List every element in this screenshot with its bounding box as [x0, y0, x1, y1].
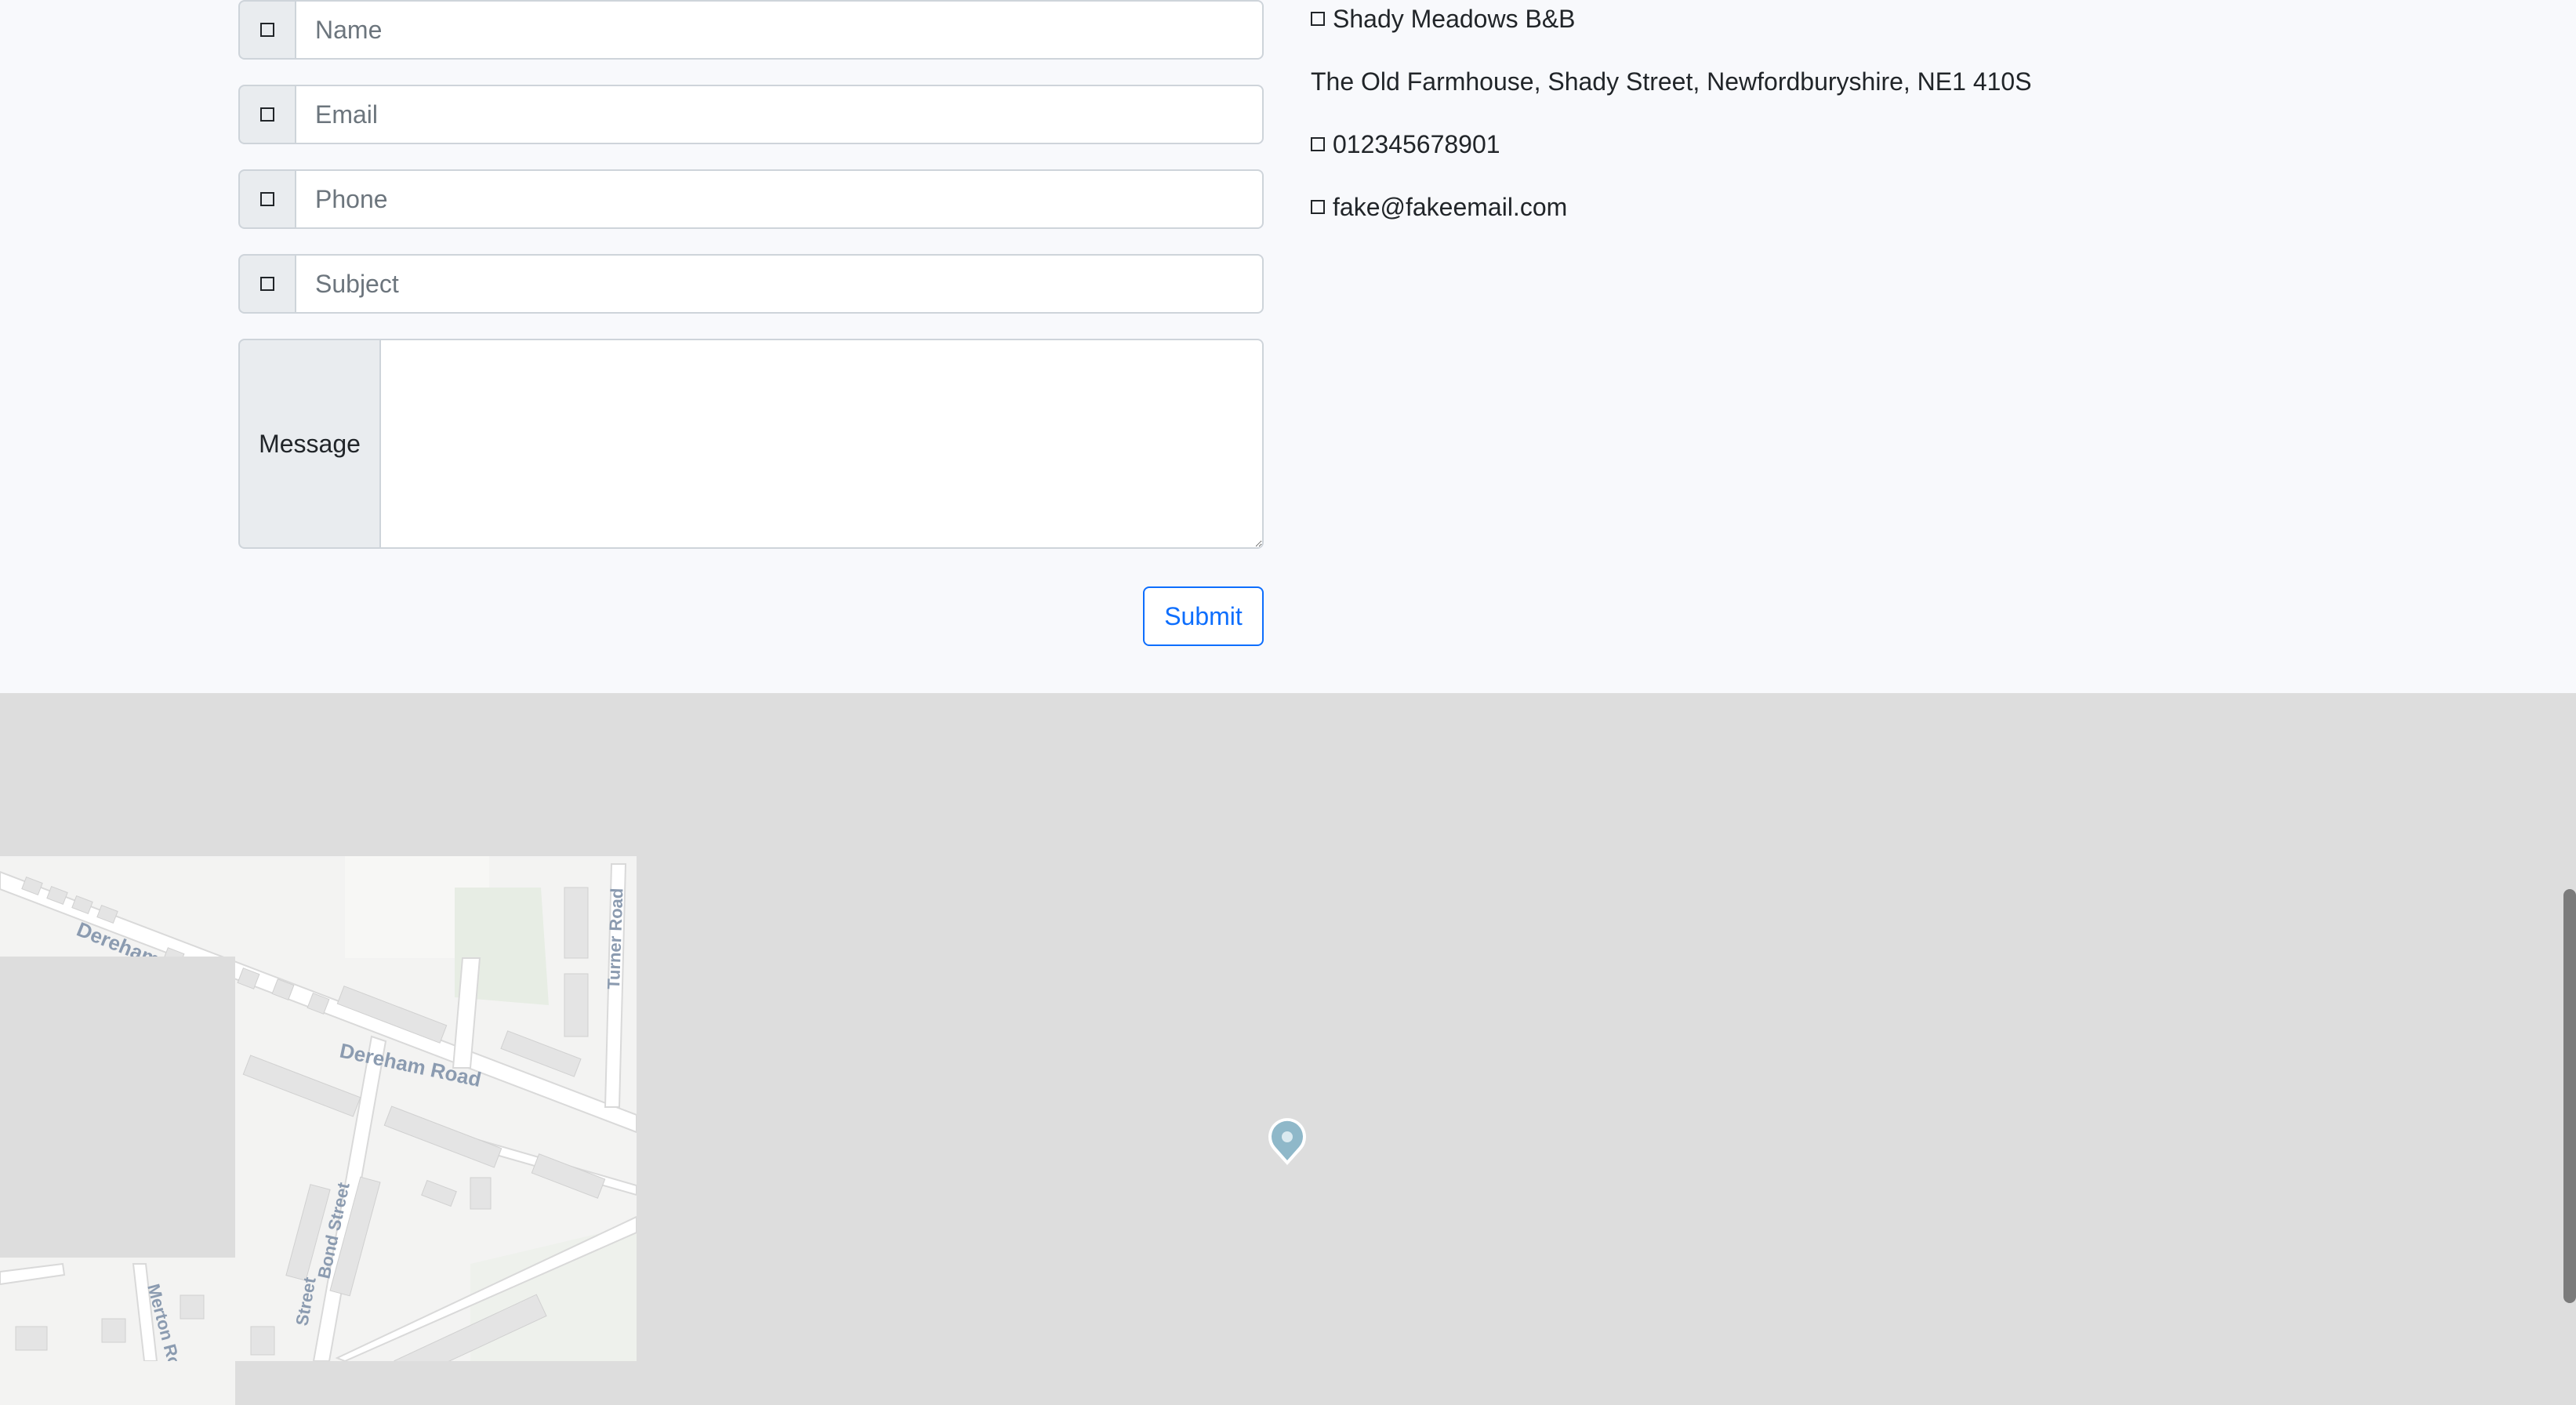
phone-input-group — [238, 169, 1264, 229]
email-input[interactable] — [295, 85, 1264, 144]
phone-field-icon-addon — [238, 169, 295, 229]
contact-address: The Old Farmhouse, Shady Street, Newford… — [1311, 69, 2032, 94]
square-icon — [260, 107, 274, 122]
map-tile-unloaded — [0, 957, 235, 1258]
contact-phone: 012345678901 — [1311, 132, 1500, 157]
contact-email: fake@fakeemail.com — [1311, 194, 1567, 220]
map-pin-icon[interactable] — [1267, 1118, 1308, 1167]
subject-input[interactable] — [295, 254, 1264, 314]
map[interactable]: Dereham Dereham Road Turner Road Bond St… — [0, 693, 2576, 1405]
name-field-icon-addon — [238, 0, 295, 60]
square-icon — [1311, 137, 1325, 151]
square-icon — [1311, 200, 1325, 214]
phone-text: 012345678901 — [1333, 130, 1500, 158]
map-label-street: Street — [292, 1275, 320, 1327]
map-label-turner-road: Turner Road — [604, 888, 626, 989]
contact-section: Message Submit Shady Meadows B&B The Old… — [0, 0, 2576, 693]
name-input[interactable] — [295, 0, 1264, 60]
map-tile: Dereham Dereham Road Turner Road Bond St… — [0, 856, 637, 1361]
square-icon — [1311, 12, 1325, 26]
email-field-icon-addon — [238, 85, 295, 144]
subject-input-group — [238, 254, 1264, 314]
message-input-group: Message — [238, 339, 1264, 549]
business-name-text: Shady Meadows B&B — [1333, 5, 1576, 33]
phone-input[interactable] — [295, 169, 1264, 229]
scrollbar-thumb[interactable] — [2563, 889, 2576, 1303]
subject-field-icon-addon — [238, 254, 295, 314]
square-icon — [260, 192, 274, 206]
address-text: The Old Farmhouse, Shady Street, Newford… — [1311, 67, 2032, 96]
email-text: fake@fakeemail.com — [1333, 193, 1568, 221]
map-tile-edge — [0, 1361, 235, 1405]
name-input-group — [238, 0, 1264, 60]
message-label: Message — [238, 339, 379, 549]
contact-business-name: Shady Meadows B&B — [1311, 6, 1576, 31]
square-icon — [260, 277, 274, 291]
email-input-group — [238, 85, 1264, 144]
map-road — [0, 1262, 66, 1286]
square-icon — [260, 23, 274, 37]
submit-button[interactable]: Submit — [1143, 586, 1264, 646]
message-textarea[interactable] — [379, 339, 1264, 549]
